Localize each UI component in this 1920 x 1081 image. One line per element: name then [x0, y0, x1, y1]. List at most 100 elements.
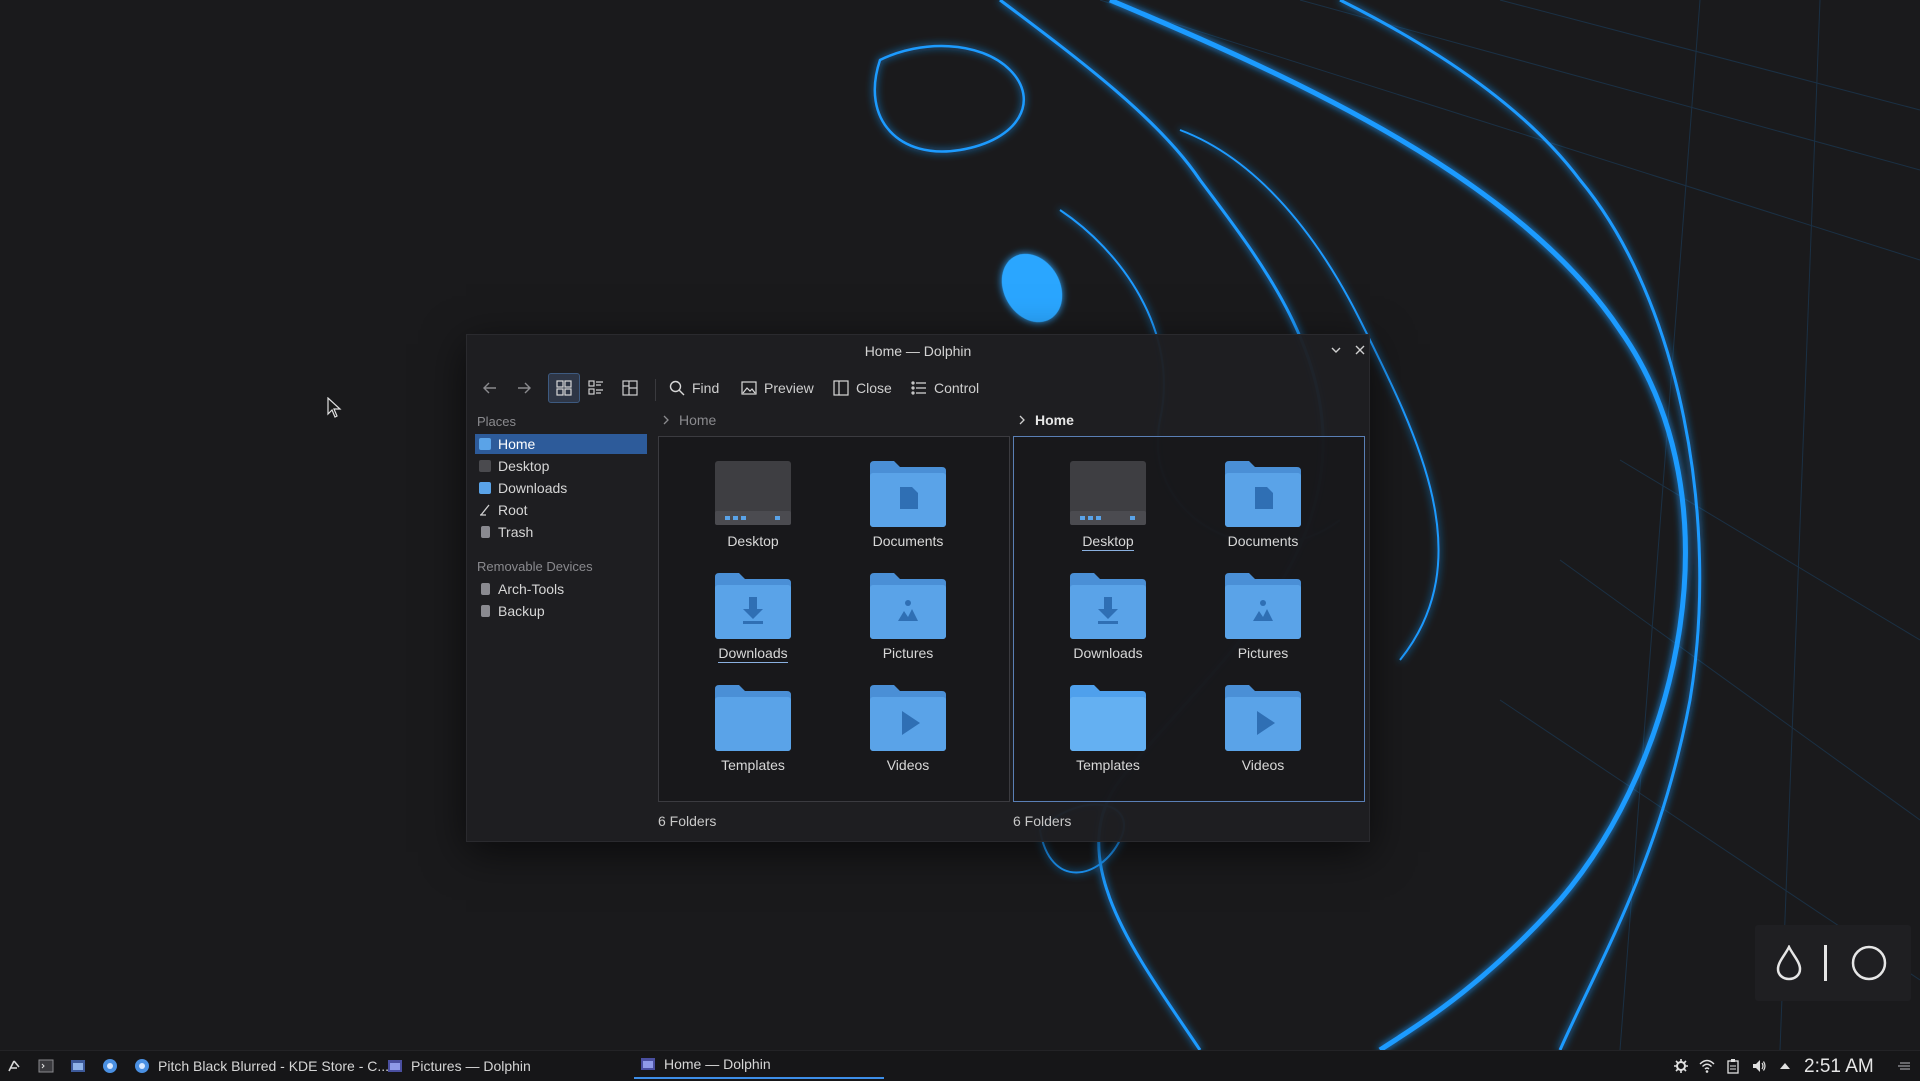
- status-bar-left: 6 Folders: [658, 813, 717, 829]
- close-split-button[interactable]: Close: [832, 374, 892, 402]
- folder-label: Downloads: [1073, 645, 1143, 661]
- trash-icon: [481, 526, 490, 538]
- task-home-dolphin[interactable]: Home — Dolphin: [634, 1051, 884, 1079]
- root-slash-icon: [480, 504, 490, 516]
- hamburger-menu-icon: [911, 381, 926, 395]
- compact-view-button[interactable]: [621, 374, 639, 402]
- templates-folder-icon: [1070, 685, 1146, 751]
- removable-devices-header: Removable Devices: [477, 559, 593, 574]
- list-view-icon: [588, 380, 603, 395]
- videos-folder-icon: [870, 685, 946, 751]
- desktop-folder-icon: [715, 461, 791, 525]
- task-label: Home — Dolphin: [664, 1056, 771, 1072]
- sidebar-item-desktop[interactable]: Desktop: [475, 456, 647, 476]
- control-menu-button[interactable]: Control: [910, 374, 979, 402]
- panel-menu-icon[interactable]: [1896, 1058, 1912, 1074]
- search-icon: [669, 380, 685, 396]
- places-header: Places: [477, 414, 517, 429]
- close-split-icon: [833, 380, 849, 396]
- task-pictures-dolphin[interactable]: Pictures — Dolphin: [387, 1051, 531, 1081]
- status-bar-right: 6 Folders: [1013, 813, 1072, 829]
- details-view-button[interactable]: [587, 374, 605, 402]
- icons-view-button[interactable]: [548, 373, 580, 403]
- settings-gear-icon[interactable]: [1673, 1058, 1689, 1074]
- droplet-icon[interactable]: [1775, 945, 1803, 981]
- circle-icon[interactable]: [1851, 945, 1887, 981]
- folder-item-downloads[interactable]: Downloads: [693, 561, 813, 663]
- right-view-pane[interactable]: Desktop Documents Downloads Pictures Tem…: [1013, 436, 1365, 802]
- task-label: Pitch Black Blurred - KDE Store - C...: [158, 1058, 390, 1074]
- close-split-label: Close: [856, 380, 892, 396]
- toolbar-separator: [655, 379, 656, 401]
- sidebar-item-label: Home: [498, 436, 536, 452]
- folder-label: Templates: [1076, 757, 1140, 773]
- back-button[interactable]: [481, 374, 499, 402]
- sidebar-item-label: Desktop: [498, 458, 550, 474]
- clock[interactable]: 2:51 AM: [1804, 1056, 1874, 1078]
- sidebar-item-downloads[interactable]: Downloads: [475, 478, 647, 498]
- sidebar-item-arch-tools[interactable]: Arch-Tools: [475, 579, 647, 599]
- folder-label: Downloads: [718, 645, 788, 663]
- task-kde-store[interactable]: Pitch Black Blurred - KDE Store - C...: [134, 1051, 389, 1081]
- desktop-icon: [479, 460, 491, 472]
- expand-arrow-icon[interactable]: [1777, 1058, 1793, 1074]
- folder-item-pictures[interactable]: Pictures: [1203, 561, 1323, 661]
- close-icon[interactable]: [1351, 341, 1369, 359]
- folder-item-pictures[interactable]: Pictures: [848, 561, 968, 661]
- clipboard-icon[interactable]: [1725, 1058, 1741, 1074]
- folder-label: Videos: [1241, 757, 1285, 773]
- control-label: Control: [934, 380, 980, 396]
- folder-item-desktop[interactable]: Desktop: [693, 449, 813, 549]
- sidebar-item-home[interactable]: Home: [475, 434, 647, 454]
- home-folder-icon: [479, 438, 491, 450]
- folder-label: Templates: [721, 757, 785, 773]
- folder-label: Desktop: [727, 533, 779, 549]
- folder-item-documents[interactable]: Documents: [1203, 449, 1323, 549]
- columns-view-icon: [622, 380, 638, 396]
- forward-button[interactable]: [515, 374, 533, 402]
- templates-folder-icon: [715, 685, 791, 751]
- downloads-folder-icon: [479, 482, 491, 494]
- find-label: Find: [692, 380, 720, 396]
- downloads-folder-icon: [715, 573, 791, 639]
- chevron-down-icon[interactable]: [1327, 341, 1345, 359]
- file-manager-icon[interactable]: [70, 1058, 86, 1074]
- chevron-right-icon: [1019, 415, 1025, 425]
- documents-folder-icon: [870, 461, 946, 527]
- window-titlebar[interactable]: Home — Dolphin: [467, 335, 1369, 365]
- breadcrumb-segment-home[interactable]: Home: [1035, 412, 1074, 428]
- folder-item-videos[interactable]: Videos: [1203, 673, 1323, 773]
- arrow-right-icon: [518, 382, 531, 394]
- find-button[interactable]: Find: [668, 374, 719, 402]
- terminal-icon[interactable]: [38, 1058, 54, 1074]
- sidebar-item-root[interactable]: Root: [475, 500, 647, 520]
- toolbar: Find Preview Close Control: [467, 365, 1369, 411]
- folder-item-templates[interactable]: Templates: [693, 673, 813, 773]
- pictures-folder-icon: [1225, 573, 1301, 639]
- folder-item-desktop[interactable]: Desktop: [1048, 449, 1168, 551]
- preview-button[interactable]: Preview: [740, 374, 814, 402]
- wifi-icon[interactable]: [1699, 1058, 1715, 1074]
- downloads-folder-icon: [1070, 573, 1146, 639]
- left-view-pane[interactable]: Desktop Documents Downloads Pictures Tem…: [658, 436, 1010, 802]
- folder-label: Documents: [872, 533, 944, 549]
- drive-icon: [481, 583, 490, 595]
- folder-item-videos[interactable]: Videos: [848, 673, 968, 773]
- app-launcher-icon[interactable]: [6, 1058, 22, 1074]
- volume-icon[interactable]: [1751, 1058, 1767, 1074]
- sidebar-item-backup[interactable]: Backup: [475, 601, 647, 621]
- breadcrumb-left[interactable]: Home: [659, 410, 716, 430]
- folder-item-downloads[interactable]: Downloads: [1048, 561, 1168, 661]
- breadcrumb-right[interactable]: Home: [1015, 410, 1074, 430]
- browser-icon: [135, 1059, 149, 1073]
- browser-icon[interactable]: [102, 1058, 118, 1074]
- sidebar-item-trash[interactable]: Trash: [475, 522, 647, 542]
- folder-item-templates[interactable]: Templates: [1048, 673, 1168, 773]
- desktop-folder-icon: [1070, 461, 1146, 525]
- desktop-widget[interactable]: [1755, 925, 1911, 1001]
- task-label: Pictures — Dolphin: [411, 1058, 531, 1074]
- taskbar: Pitch Black Blurred - KDE Store - C... P…: [0, 1050, 1920, 1081]
- dolphin-icon: [388, 1060, 402, 1072]
- breadcrumb-segment-home[interactable]: Home: [679, 412, 716, 428]
- folder-item-documents[interactable]: Documents: [848, 449, 968, 549]
